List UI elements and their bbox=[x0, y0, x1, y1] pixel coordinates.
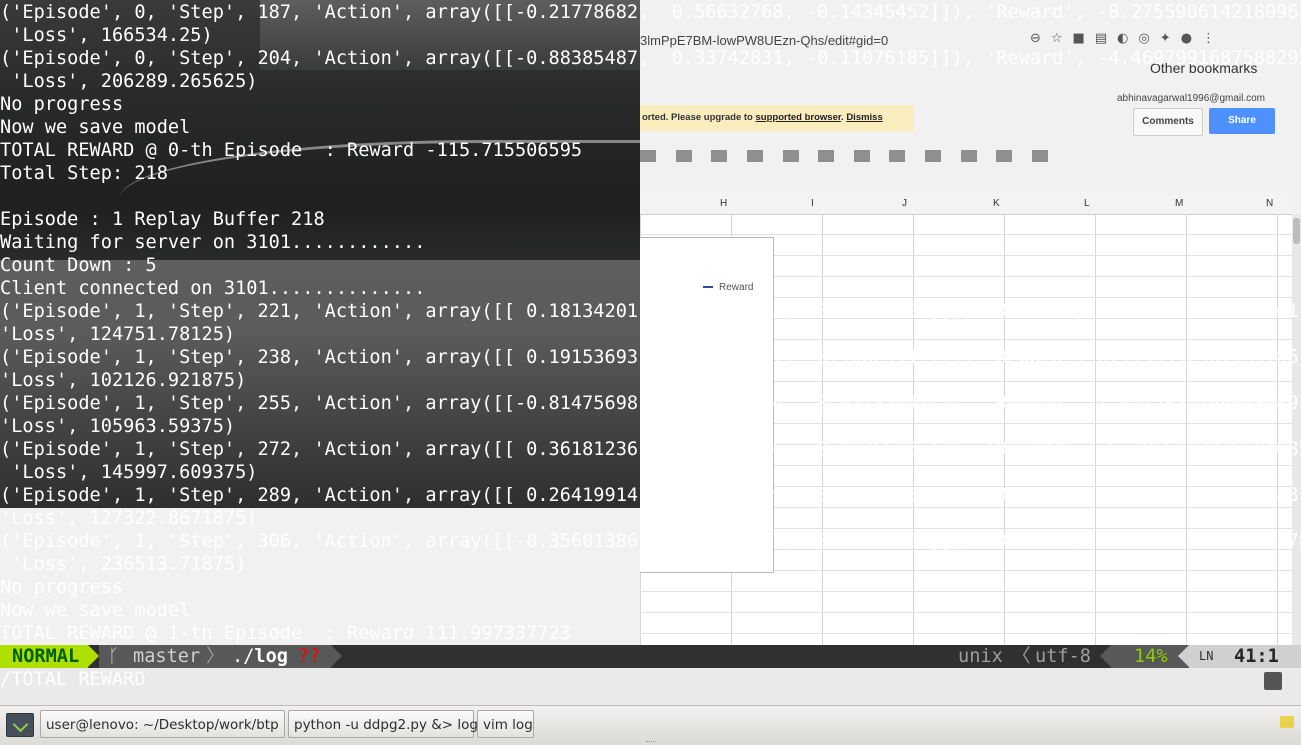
terminal-line: 'Loss', 166534.25) bbox=[0, 25, 213, 46]
terminal-line: Client connected on 3101.............. bbox=[0, 278, 426, 299]
terminal-line: 'Loss', 102126.921875) bbox=[0, 370, 247, 391]
file-path-prefix: ./ bbox=[232, 646, 255, 667]
terminal-line: TOTAL REWARD @ 0-th Episode : Reward -11… bbox=[0, 140, 583, 161]
vim-command-line[interactable]: /TOTAL REWARD bbox=[0, 668, 1301, 691]
terminal-line: Episode : 1 Replay Buffer 218 bbox=[0, 209, 325, 230]
terminal-line: ('Episode', 0, 'Step', 204, 'Action', ar… bbox=[0, 48, 1301, 69]
terminal-line: No progress bbox=[0, 94, 124, 115]
terminal-line: ('Episode', 1, 'Step', 289, 'Action', ar… bbox=[0, 485, 1301, 506]
terminal-line: 'Loss', 145997.609375) bbox=[0, 462, 258, 483]
file-encoding: utf-8 bbox=[1035, 646, 1091, 667]
terminal-line: 'Loss', 105963.59375) bbox=[0, 416, 236, 437]
file-path: ./log bbox=[232, 645, 288, 668]
terminal-line: ('Episode', 1, 'Step', 306, 'Action', ar… bbox=[0, 531, 1301, 552]
git-branch-icon: ᚴ bbox=[108, 646, 120, 667]
taskbar-item-terminal[interactable]: user@lenovo: ~/Desktop/work/btp bbox=[40, 710, 285, 738]
terminal-line: 'Loss', 127322.8671875) bbox=[0, 508, 258, 529]
scroll-percent: 14% bbox=[1134, 646, 1168, 667]
modified-flag: ?? bbox=[298, 646, 321, 667]
cursor-position: 41:1 bbox=[1234, 646, 1279, 667]
terminal-line: 'Loss', 206289.265625) bbox=[0, 71, 258, 92]
taskbar-grip bbox=[646, 741, 656, 745]
terminal-line: Now we save model bbox=[0, 117, 191, 138]
powerline-separator bbox=[1178, 645, 1189, 667]
terminal-line: Waiting for server on 3101............ bbox=[0, 232, 426, 253]
terminal-line: 'Loss', 236513.71875) bbox=[0, 554, 247, 575]
terminal-line: ('Episode', 0, 'Step', 187, 'Action', ar… bbox=[0, 2, 1301, 23]
terminal-line: ('Episode', 1, 'Step', 238, 'Action', ar… bbox=[0, 347, 1301, 368]
terminal-output[interactable]: ('Episode', 0, 'Step', 187, 'Action', ar… bbox=[0, 0, 1301, 645]
terminal-line: ('Episode', 1, 'Step', 255, 'Action', ar… bbox=[0, 393, 1301, 414]
powerline-separator bbox=[1100, 645, 1111, 667]
taskbar: user@lenovo: ~/Desktop/work/btp python -… bbox=[0, 705, 1301, 745]
terminal-line: ('Episode', 1, 'Step', 272, 'Action', ar… bbox=[0, 439, 1301, 460]
line-number-icon: LN bbox=[1199, 649, 1214, 663]
powerline-soft-separator: 〉 bbox=[206, 646, 225, 667]
notification-tray-icon[interactable] bbox=[1280, 716, 1294, 728]
taskbar-item-vim[interactable]: vim log bbox=[477, 710, 534, 738]
powerline-soft-separator: 〈 bbox=[1012, 646, 1031, 667]
powerline-separator bbox=[331, 645, 342, 667]
terminal-line: ('Episode', 1, 'Step', 221, 'Action', ar… bbox=[0, 301, 1301, 322]
terminal-line: TOTAL REWARD @ 1-th Episode : Reward 111… bbox=[0, 623, 571, 644]
git-branch: master bbox=[133, 646, 201, 667]
terminal-line: 'Loss', 124751.78125) bbox=[0, 324, 236, 345]
file-name: log bbox=[254, 646, 288, 667]
file-format: unix bbox=[958, 646, 1003, 667]
powerline-separator bbox=[88, 645, 99, 667]
taskbar-item-python[interactable]: python -u ddpg2.py &> log bbox=[288, 710, 478, 738]
vim-mode-indicator: NORMAL bbox=[0, 645, 88, 668]
show-desktop-icon[interactable] bbox=[6, 713, 34, 737]
terminal-line: Count Down : 5 bbox=[0, 255, 157, 276]
terminal-line: Total Step: 218 bbox=[0, 163, 168, 184]
terminal-line: Now we save model bbox=[0, 600, 191, 621]
vim-statusline: NORMAL ᚴ master 〉 ./log ?? unix 〈 utf-8 … bbox=[0, 645, 1301, 668]
terminal-line: No progress bbox=[0, 577, 124, 598]
